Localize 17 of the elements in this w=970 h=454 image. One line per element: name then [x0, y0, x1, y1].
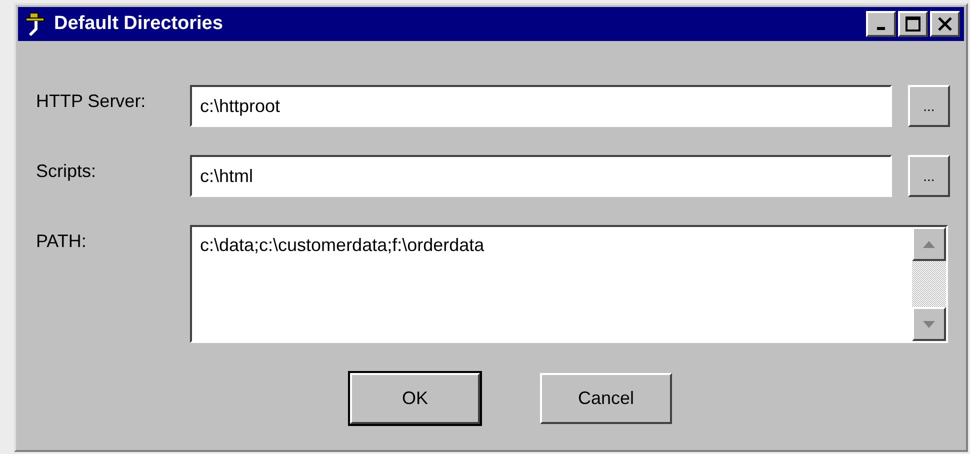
text-field[interactable]: c:\html — [190, 155, 892, 197]
browse-button[interactable]: ... — [908, 85, 950, 127]
field-label: Scripts: — [36, 160, 98, 182]
field-label: PATH: — [36, 230, 88, 252]
close-button[interactable] — [930, 11, 960, 37]
maximize-icon — [905, 16, 921, 32]
dialog-button[interactable]: OK — [350, 373, 480, 424]
minimize-icon — [877, 26, 885, 30]
text-field[interactable]: c:\httproot — [190, 85, 892, 127]
dialog-button[interactable]: Cancel — [540, 373, 672, 424]
close-icon — [937, 16, 953, 32]
minimize-button[interactable] — [866, 11, 896, 37]
window-title: Default Directories — [54, 13, 224, 35]
field-label: HTTP Server: — [36, 90, 147, 112]
maximize-button[interactable] — [898, 11, 928, 37]
browse-button[interactable]: ... — [908, 155, 950, 197]
wrench-icon — [24, 11, 46, 37]
